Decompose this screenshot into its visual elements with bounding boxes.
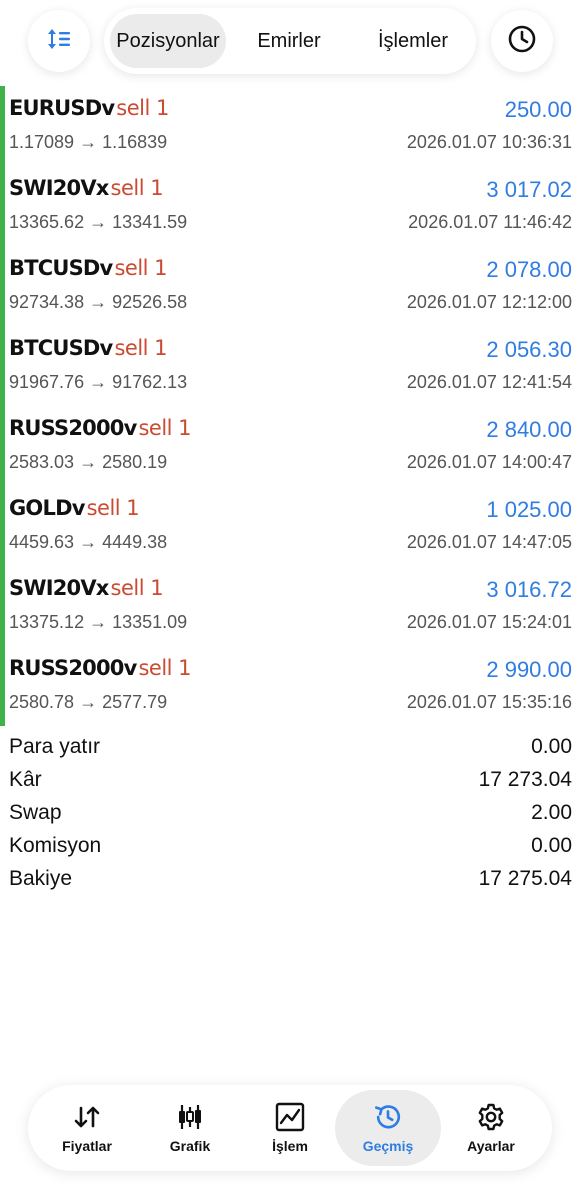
tab-islemler[interactable]: İşlemler <box>354 14 472 68</box>
nav-fiyatlar[interactable]: Fiyatlar <box>34 1090 140 1166</box>
profit: 3 016.72 <box>486 577 572 602</box>
direction: sell 1 <box>114 256 168 280</box>
summary-row-swap: Swap 2.00 <box>0 797 581 830</box>
nav-islem[interactable]: İşlem <box>237 1090 343 1166</box>
summary-label: Komisyon <box>9 834 102 857</box>
prices: 2580.78 → 2577.79 <box>9 692 168 712</box>
nav-gecmis[interactable]: Geçmiş <box>335 1090 441 1166</box>
nav-grafik[interactable]: Grafik <box>137 1090 243 1166</box>
top-bar: Pozisyonlar Emirler İşlemler <box>0 0 581 86</box>
symbol: EURUSDvsell 1 <box>9 96 169 120</box>
direction: sell 1 <box>138 416 192 440</box>
symbol: RUSS2000vsell 1 <box>9 416 192 440</box>
position-indicator <box>0 486 5 566</box>
summary-label: Para yatır <box>9 735 101 758</box>
symbol: SWI20Vxsell 1 <box>9 576 164 600</box>
symbol: SWI20Vxsell 1 <box>9 176 164 200</box>
position-indicator <box>0 406 5 486</box>
profit: 2 056.30 <box>486 337 572 362</box>
gear-icon <box>476 1102 506 1132</box>
summary-value: 0.00 <box>531 735 572 758</box>
summary-row-commission: Komisyon 0.00 <box>0 830 581 863</box>
prices: 13365.62 → 13341.59 <box>9 212 188 232</box>
summary-label: Kâr <box>9 768 42 791</box>
timestamp: 2026.01.07 11:46:42 <box>408 212 572 232</box>
prices: 91967.76 → 91762.13 <box>9 372 188 392</box>
nav-label: Ayarlar <box>467 1138 515 1154</box>
list-item[interactable]: EURUSDvsell 1 250.00 1.17089 → 1.16839 2… <box>0 86 581 166</box>
nav-label: Fiyatlar <box>62 1138 112 1154</box>
summary-value: 17 275.04 <box>478 867 572 890</box>
price-arrows-icon <box>72 1102 102 1132</box>
profit: 2 990.00 <box>486 657 572 682</box>
list-item[interactable]: BTCUSDvsell 1 2 056.30 91967.76 → 91762.… <box>0 326 581 406</box>
list-item[interactable]: SWI20Vxsell 1 3 016.72 13375.12 → 13351.… <box>0 566 581 646</box>
prices: 13375.12 → 13351.09 <box>9 612 188 632</box>
timestamp: 2026.01.07 12:41:54 <box>406 372 572 392</box>
profit: 3 017.02 <box>486 177 572 202</box>
summary-value: 17 273.04 <box>478 768 572 791</box>
symbol: BTCUSDvsell 1 <box>9 336 168 360</box>
sort-button[interactable] <box>28 10 90 72</box>
direction: sell 1 <box>138 656 192 680</box>
position-indicator <box>0 246 5 326</box>
list-item[interactable]: GOLDvsell 1 1 025.00 4459.63 → 4449.38 2… <box>0 486 581 566</box>
summary-row-profit: Kâr 17 273.04 <box>0 764 581 797</box>
nav-label: Grafik <box>169 1138 211 1154</box>
position-indicator <box>0 326 5 406</box>
list-item[interactable]: RUSS2000vsell 1 2 990.00 2580.78 → 2577.… <box>0 646 581 726</box>
candlestick-icon <box>175 1102 205 1132</box>
position-indicator <box>0 566 5 646</box>
timestamp: 2026.01.07 15:35:16 <box>406 692 572 712</box>
list-item[interactable]: RUSS2000vsell 1 2 840.00 2583.03 → 2580.… <box>0 406 581 486</box>
history-list: EURUSDvsell 1 250.00 1.17089 → 1.16839 2… <box>0 86 581 726</box>
prices: 2583.03 → 2580.19 <box>9 452 168 472</box>
account-summary: Para yatır 0.00 Kâr 17 273.04 Swap 2.00 … <box>0 731 581 896</box>
profit: 2 840.00 <box>486 417 572 442</box>
direction: sell 1 <box>116 96 169 120</box>
nav-label: Geçmiş <box>362 1138 414 1154</box>
clock-icon <box>507 24 537 59</box>
summary-value: 2.00 <box>531 801 572 824</box>
view-tabs: Pozisyonlar Emirler İşlemler <box>104 8 476 74</box>
prices: 4459.63 → 4449.38 <box>9 532 168 552</box>
tab-pozisyonlar[interactable]: Pozisyonlar <box>110 14 226 68</box>
direction: sell 1 <box>86 496 140 520</box>
list-item[interactable]: BTCUSDvsell 1 2 078.00 92734.38 → 92526.… <box>0 246 581 326</box>
summary-row-deposit: Para yatır 0.00 <box>0 731 581 764</box>
summary-label: Swap <box>9 801 62 824</box>
timestamp: 2026.01.07 12:12:00 <box>406 292 572 312</box>
direction: sell 1 <box>114 336 168 360</box>
profit: 250.00 <box>504 97 572 122</box>
symbol: BTCUSDvsell 1 <box>9 256 168 280</box>
tab-emirler[interactable]: Emirler <box>236 14 342 68</box>
prices: 1.17089 → 1.16839 <box>9 132 168 152</box>
direction: sell 1 <box>110 576 164 600</box>
summary-label: Bakiye <box>9 867 73 890</box>
timestamp: 2026.01.07 15:24:01 <box>406 612 572 632</box>
summary-value: 0.00 <box>531 834 572 857</box>
prices: 92734.38 → 92526.58 <box>9 292 188 312</box>
trade-chart-icon <box>275 1102 305 1132</box>
bottom-nav: Fiyatlar Grafik İşlem Geçmiş Ayarlar <box>28 1085 552 1171</box>
symbol: RUSS2000vsell 1 <box>9 656 192 680</box>
profit: 2 078.00 <box>486 257 572 282</box>
period-button[interactable] <box>491 10 553 72</box>
timestamp: 2026.01.07 14:00:47 <box>406 452 572 472</box>
summary-row-balance: Bakiye 17 275.04 <box>0 863 581 896</box>
nav-ayarlar[interactable]: Ayarlar <box>438 1090 544 1166</box>
timestamp: 2026.01.07 14:47:05 <box>406 532 572 552</box>
position-indicator <box>0 86 5 166</box>
profit: 1 025.00 <box>486 497 572 522</box>
direction: sell 1 <box>110 176 164 200</box>
list-item[interactable]: SWI20Vxsell 1 3 017.02 13365.62 → 13341.… <box>0 166 581 246</box>
nav-label: İşlem <box>272 1138 308 1154</box>
history-icon <box>373 1102 403 1132</box>
sort-icon <box>46 26 72 57</box>
timestamp: 2026.01.07 10:36:31 <box>406 132 572 152</box>
symbol: GOLDvsell 1 <box>9 496 140 520</box>
position-indicator <box>0 166 5 246</box>
position-indicator <box>0 646 5 726</box>
